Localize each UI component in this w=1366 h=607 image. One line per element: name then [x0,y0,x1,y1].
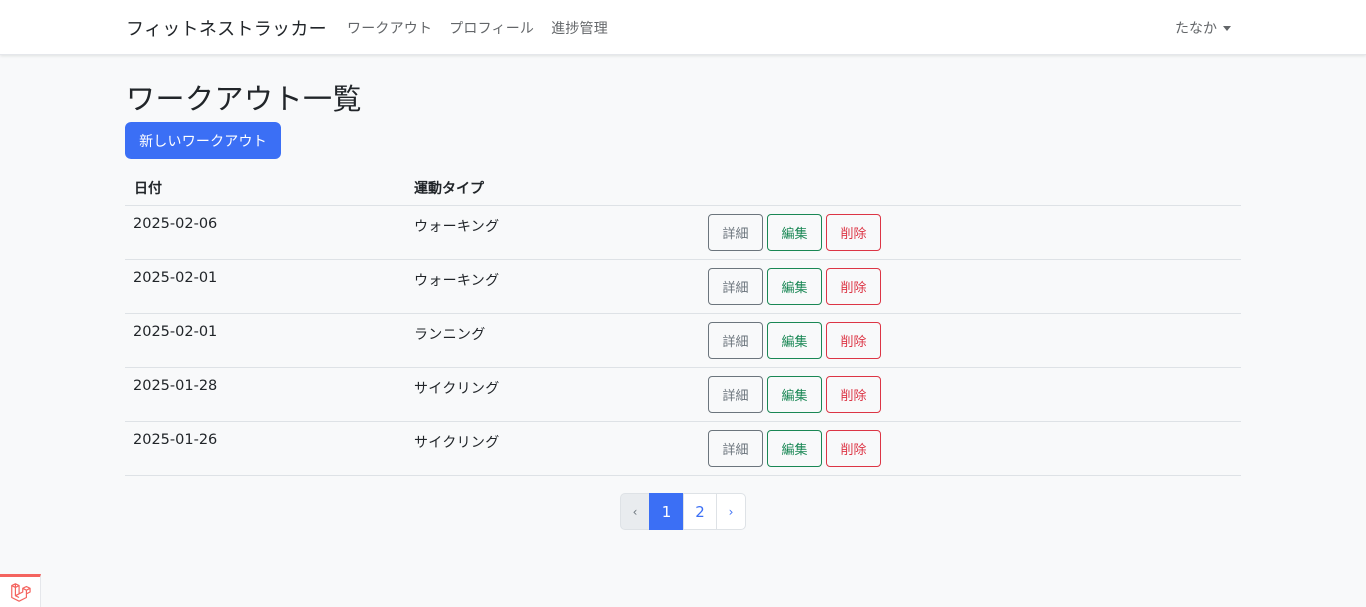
header-date: 日付 [134,181,162,197]
detail-button[interactable]: 詳細 [708,430,763,467]
edit-button[interactable]: 編集 [767,430,822,467]
user-name: たなか [1175,21,1217,37]
table-row: 2025-02-01 ランニング 詳細 編集 削除 [125,314,1241,368]
row-actions: 詳細 編集 削除 [708,214,885,251]
table-header: 日付 運動タイプ [125,168,1241,206]
pagination: ‹ 1 2 › [620,493,746,530]
table-row: 2025-01-28 サイクリング 詳細 編集 削除 [125,368,1241,422]
workout-date: 2025-01-26 [133,432,218,448]
nav-link-workouts[interactable]: ワークアウト [347,18,432,38]
workout-date: 2025-02-06 [133,216,218,232]
laravel-logo-icon [11,583,31,602]
workout-date: 2025-02-01 [133,324,218,340]
pagination-next[interactable]: › [716,493,746,530]
page-title: ワークアウト一覧 [126,82,363,116]
row-actions: 詳細 編集 削除 [708,322,885,359]
pagination-prev[interactable]: ‹ [620,493,650,530]
header-exercise-type: 運動タイプ [414,181,484,197]
workout-type: ウォーキング [414,219,500,235]
workout-type: サイクリング [414,381,500,397]
row-actions: 詳細 編集 削除 [708,268,885,305]
delete-button[interactable]: 削除 [826,322,881,359]
edit-button[interactable]: 編集 [767,376,822,413]
detail-button[interactable]: 詳細 [708,322,763,359]
navbar-brand[interactable]: フィットネストラッカー [126,15,327,41]
workout-type: ウォーキング [414,273,500,289]
workout-table: 日付 運動タイプ 2025-02-06 ウォーキング 詳細 編集 削除 2025… [125,168,1241,476]
top-navbar: フィットネストラッカー ワークアウト プロフィール 進捗管理 たなか [0,0,1366,55]
caret-down-icon [1223,25,1231,31]
detail-button[interactable]: 詳細 [708,268,763,305]
row-actions: 詳細 編集 削除 [708,376,885,413]
delete-button[interactable]: 削除 [826,376,881,413]
workout-date: 2025-02-01 [133,270,218,286]
nav-links: ワークアウト プロフィール 進捗管理 [347,18,625,38]
table-row: 2025-02-01 ウォーキング 詳細 編集 削除 [125,260,1241,314]
table-row: 2025-02-06 ウォーキング 詳細 編集 削除 [125,206,1241,260]
detail-button[interactable]: 詳細 [708,376,763,413]
delete-button[interactable]: 削除 [826,214,881,251]
nav-link-progress[interactable]: 進捗管理 [551,18,608,38]
row-actions: 詳細 編集 削除 [708,430,885,467]
table-row: 2025-01-26 サイクリング 詳細 編集 削除 [125,422,1241,476]
delete-button[interactable]: 削除 [826,430,881,467]
pagination-page-1[interactable]: 1 [649,493,684,530]
workout-date: 2025-01-28 [133,378,218,394]
edit-button[interactable]: 編集 [767,322,822,359]
edit-button[interactable]: 編集 [767,214,822,251]
pagination-page-2[interactable]: 2 [683,493,717,530]
workout-type: ランニング [414,327,486,343]
workout-type: サイクリング [414,435,500,451]
new-workout-button[interactable]: 新しいワークアウト [125,122,281,159]
nav-link-profile[interactable]: プロフィール [449,18,534,38]
edit-button[interactable]: 編集 [767,268,822,305]
user-dropdown[interactable]: たなか [1175,18,1231,38]
debugbar-toggle[interactable] [0,574,41,607]
detail-button[interactable]: 詳細 [708,214,763,251]
delete-button[interactable]: 削除 [826,268,881,305]
